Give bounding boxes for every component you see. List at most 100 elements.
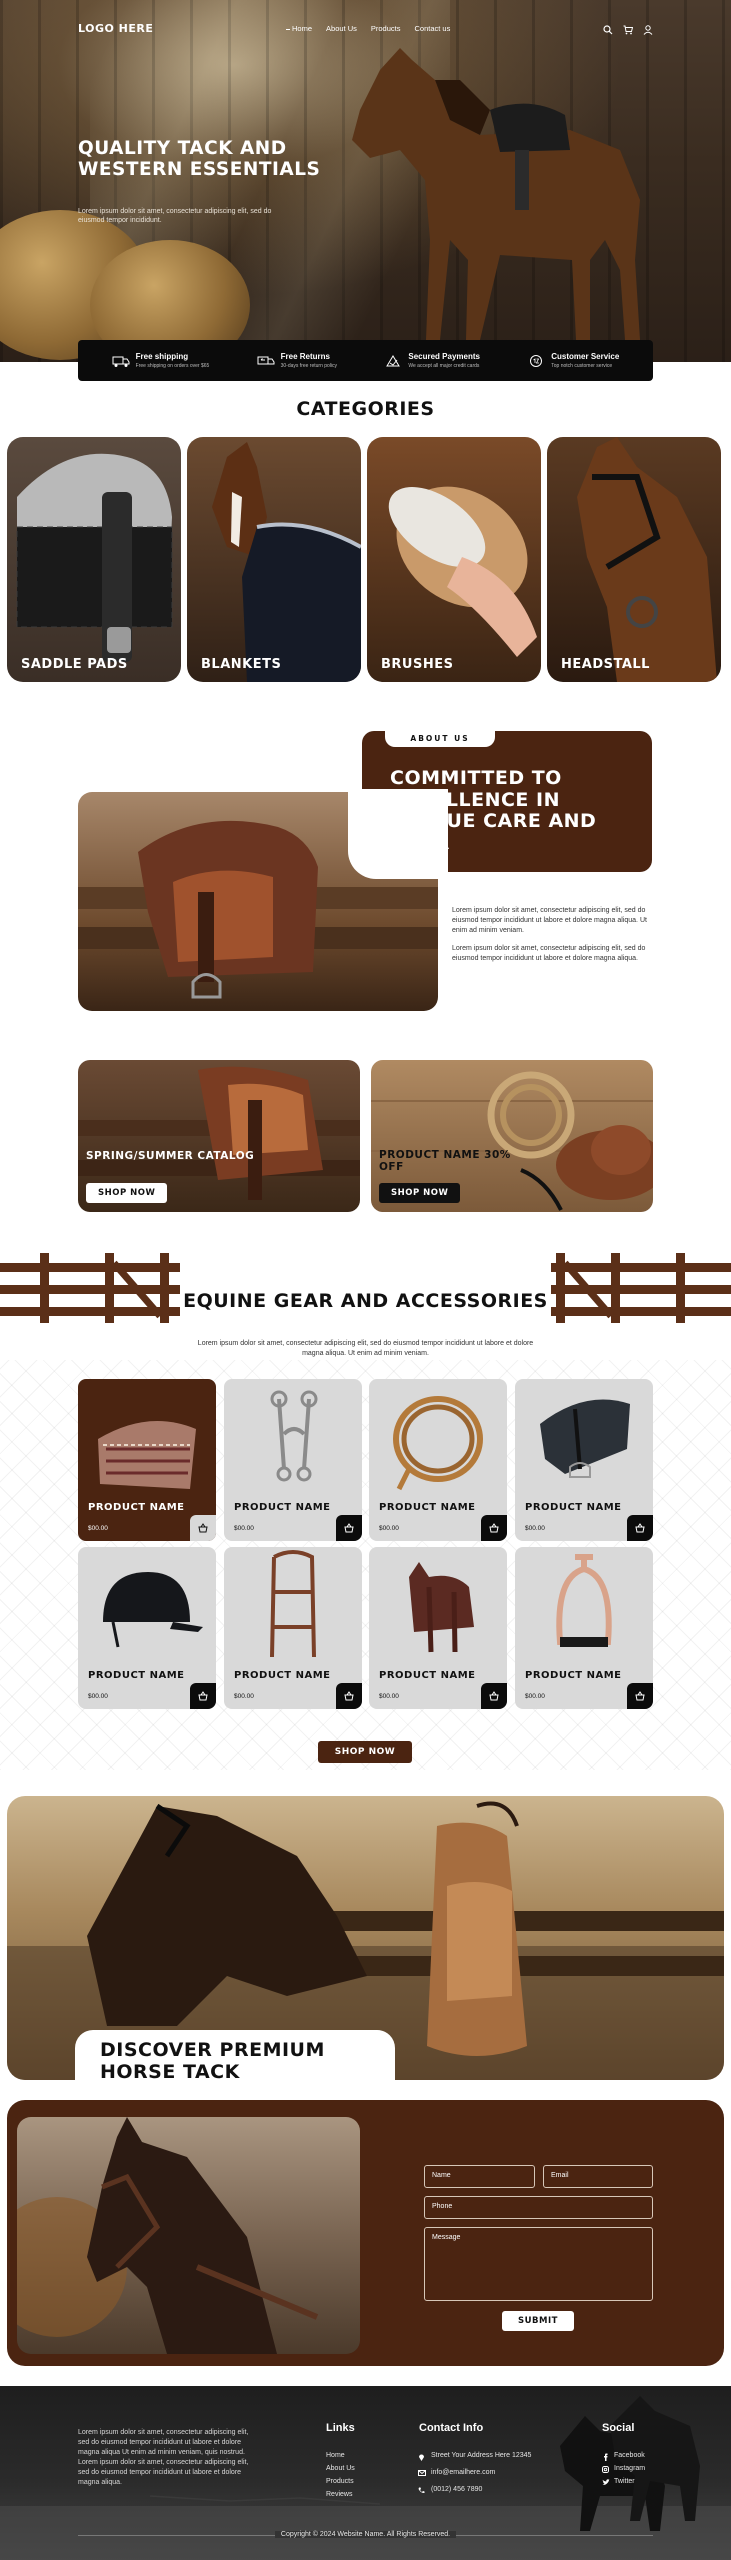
product-card[interactable]: PRODUCT NAME $00.00 [78, 1547, 216, 1709]
product-price: $00.00 [234, 1525, 254, 1532]
feature-title: Customer Service [551, 352, 620, 361]
user-icon[interactable] [643, 22, 653, 35]
category-card-brushes[interactable]: BRUSHES [367, 437, 541, 682]
hero-section: LOGO HERE Home About Us Products Contact… [0, 0, 731, 362]
product-name: PRODUCT NAME [379, 1502, 476, 1513]
add-to-cart-button[interactable] [190, 1683, 216, 1709]
english-saddle-icon [540, 1399, 630, 1478]
basket-icon [198, 1523, 208, 1533]
category-label: BRUSHES [381, 657, 454, 672]
add-to-cart-button[interactable] [627, 1515, 653, 1541]
email-field[interactable]: Email [543, 2165, 653, 2188]
promo-shop-now-button[interactable]: SHOP NOW [86, 1183, 168, 1203]
footer-link-home[interactable]: Home [326, 2452, 345, 2459]
add-to-cart-button[interactable] [627, 1683, 653, 1709]
cart-icon[interactable] [623, 22, 634, 35]
nav-home-link[interactable]: Home [286, 24, 312, 33]
product-price: $00.00 [379, 1693, 399, 1700]
product-name: PRODUCT NAME [88, 1670, 185, 1681]
product-card[interactable]: PRODUCT NAME $00.00 [369, 1547, 507, 1709]
basket-icon [344, 1691, 354, 1701]
basket-icon [489, 1691, 499, 1701]
top-navigation: LOGO HERE Home About Us Products Contact… [78, 22, 653, 38]
feature-desc: 30-days free return policy [280, 363, 338, 369]
footer-link-reviews[interactable]: Reviews [326, 2491, 352, 2498]
product-card[interactable]: PRODUCT NAME $00.00 [515, 1547, 653, 1709]
footer-facebook-link[interactable]: Facebook [614, 2452, 645, 2459]
add-to-cart-button[interactable] [190, 1515, 216, 1541]
returns-truck-icon [257, 356, 275, 364]
phone-icon [418, 2487, 425, 2494]
product-price: $00.00 [88, 1693, 108, 1700]
site-logo[interactable]: LOGO HERE [78, 22, 153, 35]
footer-link-products[interactable]: Products [326, 2478, 354, 2485]
feature-title: Free shipping [135, 352, 189, 361]
bridle-icon [270, 1550, 316, 1658]
product-price: $00.00 [525, 1693, 545, 1700]
add-to-cart-button[interactable] [481, 1515, 507, 1541]
feature-free-shipping: Free shipping Free shipping on orders ove… [112, 352, 209, 369]
copyright-text: Copyright © 2024 Website Name. All Right… [274, 2531, 457, 2538]
nav-about-link[interactable]: About Us [326, 24, 357, 33]
shop-now-button[interactable]: SHOP NOW [318, 1741, 412, 1763]
category-label: BLANKETS [201, 657, 282, 672]
facebook-icon [604, 2453, 608, 2461]
footer-instagram-link[interactable]: Instagram [614, 2465, 645, 2472]
product-name: PRODUCT NAME [525, 1670, 622, 1681]
feature-title: Secured Payments [408, 352, 480, 361]
footer-link-about[interactable]: About Us [326, 2465, 355, 2472]
saddle-pad-image [16, 453, 173, 662]
footer-contact-title: Contact Info [419, 2422, 484, 2434]
promo-title: PRODUCT NAME 30% OFF [379, 1149, 511, 1173]
hero-subtitle: Lorem ipsum dolor sit amet, consectetur … [78, 208, 272, 224]
email-icon [418, 2470, 426, 2476]
footer-about-text: Lorem ipsum dolor sit amet, consectetur … [78, 2429, 249, 2486]
footer-phone[interactable]: (0012) 456 7890 [431, 2486, 482, 2493]
category-card-saddle-pads[interactable]: SADDLE PADS [7, 437, 181, 682]
secure-payment-icon [386, 354, 401, 366]
banner-title: DISCOVER PREMIUM HORSE TACK [100, 2039, 325, 2083]
twitter-icon [602, 2479, 610, 2485]
about-card-notch [348, 789, 448, 879]
products-title: EQUINE GEAR AND ACCESSORIES [183, 1290, 548, 1312]
phone-field[interactable]: Phone [424, 2196, 653, 2219]
name-field[interactable]: Name [424, 2165, 535, 2188]
footer-twitter-link[interactable]: Twitter [614, 2478, 635, 2485]
hero-title: QUALITY TACK AND WESTERN ESSENTIALS [78, 138, 321, 180]
product-card[interactable]: PRODUCT NAME $00.00 [369, 1379, 507, 1541]
truck-icon [112, 356, 130, 367]
basket-icon [635, 1523, 645, 1533]
product-card[interactable]: PRODUCT NAME $00.00 [78, 1379, 216, 1541]
product-name: PRODUCT NAME [379, 1670, 476, 1681]
category-card-headstall[interactable]: HEADSTALL [547, 437, 721, 682]
horse-blanket-image [212, 442, 361, 682]
feature-free-returns: Free Returns 30-days free return policy [257, 352, 337, 369]
fence-right-decoration [551, 1253, 731, 1323]
footer-email[interactable]: info@emailhere.com [431, 2469, 495, 2476]
nav-contact-link[interactable]: Contact us [414, 24, 450, 33]
saddle-pad-icon [98, 1421, 196, 1489]
footer-links-title: Links [326, 2422, 355, 2434]
search-icon[interactable] [603, 22, 613, 35]
nav-icons [603, 22, 653, 35]
nav-products-link[interactable]: Products [371, 24, 401, 33]
message-field[interactable]: Message [424, 2227, 653, 2301]
footer-social-title: Social [602, 2422, 635, 2434]
add-to-cart-button[interactable] [336, 1683, 362, 1709]
headstall-image [577, 437, 717, 682]
add-to-cart-button[interactable] [481, 1683, 507, 1709]
fence-left-decoration [0, 1253, 180, 1323]
footer-copyright: Copyright © 2024 Website Name. All Right… [0, 2531, 731, 2538]
promo-card-discount: PRODUCT NAME 30% OFF SHOP NOW [371, 1060, 653, 1212]
product-card[interactable]: PRODUCT NAME $00.00 [515, 1379, 653, 1541]
product-card[interactable]: PRODUCT NAME $00.00 [224, 1379, 362, 1541]
footer-address: Street Your Address Here 12345 [431, 2452, 532, 2459]
product-name: PRODUCT NAME [88, 1502, 185, 1513]
promo-title: SPRING/SUMMER CATALOG [86, 1150, 255, 1162]
submit-button[interactable]: SUBMIT [502, 2311, 574, 2331]
category-card-blankets[interactable]: BLANKETS [187, 437, 361, 682]
product-name: PRODUCT NAME [525, 1502, 622, 1513]
product-card[interactable]: PRODUCT NAME $00.00 [224, 1547, 362, 1709]
promo-shop-now-button[interactable]: SHOP NOW [379, 1183, 461, 1203]
add-to-cart-button[interactable] [336, 1515, 362, 1541]
